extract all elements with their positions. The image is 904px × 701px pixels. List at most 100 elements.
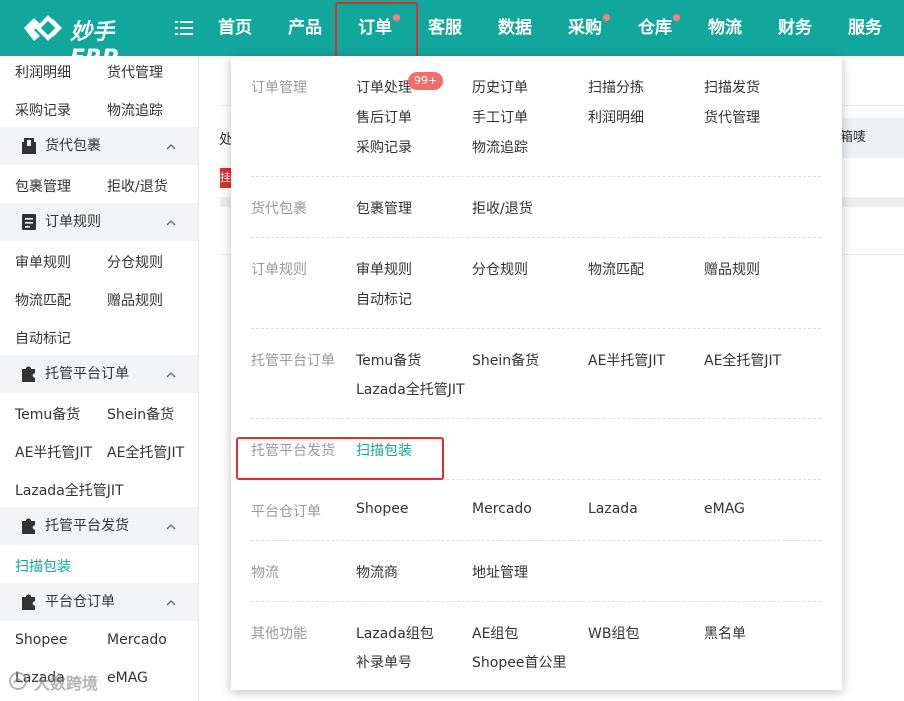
sidebar-item-temu[interactable]: Temu备货 [15, 404, 80, 424]
sidebar-item-gift-rules[interactable]: 赠品规则 [107, 290, 163, 310]
nav-home[interactable]: 首页 [210, 0, 260, 56]
chevron-up-icon [166, 524, 176, 530]
sidebar-item-ae-full-jit[interactable]: AE全托管JIT [107, 442, 184, 462]
menu-toggle-icon[interactable] [175, 20, 193, 36]
menu-item-wb-bundle[interactable]: WB组包 [588, 623, 639, 643]
sidebar-item-mercado[interactable]: Mercado [107, 632, 167, 648]
menu-item-lazada-jit[interactable]: Lazada全托管JIT [356, 379, 465, 399]
menu-item-history-orders[interactable]: 历史订单 [472, 77, 528, 97]
sidebar-group-label: 平台仓订单 [45, 594, 115, 610]
sidebar-item-purchase-records[interactable]: 采购记录 [15, 100, 71, 120]
sidebar-item-tracking[interactable]: 物流追踪 [107, 100, 163, 120]
sidebar-item-forwarder[interactable]: 货代管理 [107, 62, 163, 82]
menu-section-title: 平台仓订单 [251, 504, 321, 520]
menu-item-supplement-tracking[interactable]: 补录单号 [356, 652, 412, 672]
menu-item-manual-orders[interactable]: 手工订单 [472, 107, 528, 127]
nav-warehouse-dot [673, 14, 680, 21]
miaoshou-logo-icon [24, 15, 62, 41]
menu-divider [251, 601, 821, 602]
menu-item-blacklist[interactable]: 黑名单 [704, 623, 746, 643]
top-nav-bar: 妙手ERP 首页 产品 订单 客服 数据 采购 仓库 物流 财务 服务 [0, 0, 904, 71]
nav-products[interactable]: 产品 [280, 0, 330, 56]
menu-item-ae-full-jit[interactable]: AE全托管JIT [704, 350, 781, 370]
menu-divider [251, 479, 821, 480]
menu-item-scan-sort[interactable]: 扫描分拣 [588, 77, 644, 97]
nav-data[interactable]: 数据 [490, 0, 540, 56]
menu-item-rejected-returns[interactable]: 拒收/退货 [472, 198, 533, 218]
menu-item-shopee-first-mile[interactable]: Shopee首公里 [472, 652, 566, 672]
order-count-badge: 99+ [408, 72, 444, 90]
sidebar-item-rejected-returns[interactable]: 拒收/退货 [107, 176, 168, 196]
menu-item-package-mgmt[interactable]: 包裹管理 [356, 198, 412, 218]
menu-item-lazada-bundle[interactable]: Lazada组包 [356, 623, 434, 643]
menu-item-scan-pack[interactable]: 扫描包装 [356, 440, 412, 460]
menu-item-order-processing[interactable]: 订单处理 [356, 77, 412, 97]
nav-orders[interactable]: 订单 [350, 0, 400, 56]
chevron-up-icon [166, 144, 176, 150]
menu-item-ae-semi-jit[interactable]: AE半托管JIT [588, 350, 665, 370]
sidebar-group-label: 货代包裹 [45, 138, 101, 154]
nav-logistics[interactable]: 物流 [700, 0, 750, 56]
nav-purchase[interactable]: 采购 [560, 0, 610, 56]
menu-item-review-rules[interactable]: 审单规则 [356, 259, 412, 279]
nav-services[interactable]: 服务 [840, 0, 890, 56]
sidebar-group-forwarder-packages[interactable]: 货代包裹 [0, 127, 198, 165]
menu-section-title: 物流 [251, 565, 279, 581]
sidebar-item-shopee[interactable]: Shopee [15, 632, 67, 648]
menu-item-profit-details[interactable]: 利润明细 [588, 107, 644, 127]
menu-item-scan-ship[interactable]: 扫描发货 [704, 77, 760, 97]
chevron-up-icon [166, 220, 176, 226]
nav-orders-dot [393, 14, 400, 21]
menu-divider [251, 418, 821, 419]
sidebar-item-scan-pack[interactable]: 扫描包装 [15, 556, 71, 576]
sidebar-item-shein[interactable]: Shein备货 [107, 404, 174, 424]
nav-purchase-dot [603, 14, 610, 21]
sidebar-group-hosted-orders[interactable]: 托管平台订单 [0, 355, 198, 393]
menu-item-shopee[interactable]: Shopee [356, 501, 408, 517]
menu-item-logistics-match[interactable]: 物流匹配 [588, 259, 644, 279]
sidebar-item-auto-tag[interactable]: 自动标记 [15, 328, 71, 348]
chevron-up-icon [166, 372, 176, 378]
sidebar-group-platform-warehouse[interactable]: 平台仓订单 [0, 583, 198, 621]
menu-item-temu[interactable]: Temu备货 [356, 350, 421, 370]
menu-item-lazada[interactable]: Lazada [588, 501, 638, 517]
menu-item-ae-bundle[interactable]: AE组包 [472, 623, 518, 643]
sidebar-item-warehouse-rules[interactable]: 分仓规则 [107, 252, 163, 272]
menu-item-tracking[interactable]: 物流追踪 [472, 137, 528, 157]
nav-warehouse[interactable]: 仓库 [630, 0, 680, 56]
sidebar-item-logistics-match[interactable]: 物流匹配 [15, 290, 71, 310]
sidebar-item-review-rules[interactable]: 审单规则 [15, 252, 71, 272]
sidebar-item-package-mgmt[interactable]: 包裹管理 [15, 176, 71, 196]
menu-section-title: 货代包裹 [251, 201, 307, 217]
menu-divider [251, 176, 821, 177]
puzzle-icon [22, 518, 36, 534]
sidebar-item-lazada-jit[interactable]: Lazada全托管JIT [15, 480, 124, 500]
puzzle-icon [22, 594, 36, 610]
package-icon [22, 138, 36, 154]
menu-item-address-mgmt[interactable]: 地址管理 [472, 562, 528, 582]
sidebar-item-profit[interactable]: 利润明细 [15, 62, 71, 82]
menu-section-title: 订单管理 [251, 80, 307, 96]
sidebar-group-label: 托管平台订单 [45, 366, 129, 382]
menu-item-auto-tag[interactable]: 自动标记 [356, 289, 412, 309]
menu-item-shein[interactable]: Shein备货 [472, 350, 539, 370]
sidebar-item-emag[interactable]: eMAG [107, 670, 148, 686]
menu-item-gift-rules[interactable]: 赠品规则 [704, 259, 760, 279]
menu-item-mercado[interactable]: Mercado [472, 501, 532, 517]
nav-finance[interactable]: 财务 [770, 0, 820, 56]
menu-divider [251, 540, 821, 541]
chevron-up-icon [166, 600, 176, 606]
menu-item-warehouse-rules[interactable]: 分仓规则 [472, 259, 528, 279]
nav-service[interactable]: 客服 [420, 0, 470, 56]
menu-item-forwarder-mgmt[interactable]: 货代管理 [704, 107, 760, 127]
menu-item-after-sales[interactable]: 售后订单 [356, 107, 412, 127]
orders-mega-menu: 订单管理 订单处理 99+ 历史订单 扫描分拣 扫描发货 售后订单 手工订单 利… [231, 56, 842, 690]
menu-section-title: 订单规则 [251, 262, 307, 278]
brand-logo[interactable]: 妙手ERP [22, 11, 162, 71]
sidebar-item-ae-semi-jit[interactable]: AE半托管JIT [15, 442, 92, 462]
sidebar-group-hosted-shipping[interactable]: 托管平台发货 [0, 507, 198, 545]
menu-item-carriers[interactable]: 物流商 [356, 562, 398, 582]
menu-item-purchase-records[interactable]: 采购记录 [356, 137, 412, 157]
menu-item-emag[interactable]: eMAG [704, 501, 745, 517]
sidebar-group-order-rules[interactable]: 订单规则 [0, 203, 198, 241]
